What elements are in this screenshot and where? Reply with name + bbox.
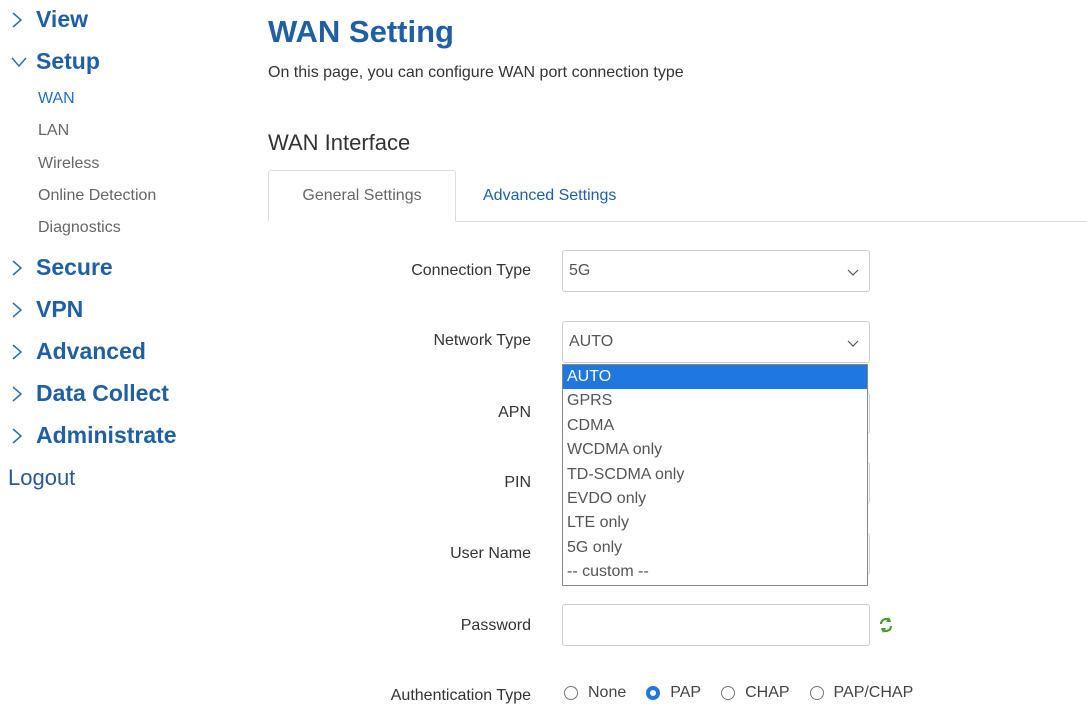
logout-link[interactable]: Logout xyxy=(8,465,75,491)
nav-item-wireless[interactable]: Wireless xyxy=(38,155,99,173)
auth-pap-chap-label: PAP/CHAP xyxy=(833,684,914,701)
dropdown-option[interactable]: 5G only xyxy=(563,536,867,560)
pin-label: PIN xyxy=(504,474,531,491)
auth-pap-chap-radio[interactable] xyxy=(809,686,824,700)
nav-setup-label: Setup xyxy=(36,48,100,74)
chevron-right-icon xyxy=(10,427,36,445)
nav-item-diagnostics[interactable]: Diagnostics xyxy=(38,219,121,237)
dropdown-option[interactable]: EVDO only xyxy=(563,487,867,511)
chevron-right-icon xyxy=(10,301,36,319)
nav-administrate[interactable]: Administrate xyxy=(10,422,177,449)
nav-view[interactable]: View xyxy=(10,6,88,33)
connection-type-label: Connection Type xyxy=(411,262,531,279)
chevron-down-icon xyxy=(10,55,36,69)
dropdown-option[interactable]: LTE only xyxy=(563,511,867,535)
auth-pap-label: PAP xyxy=(670,684,702,701)
nav-item-online-detection[interactable]: Online Detection xyxy=(38,187,156,205)
nav-vpn-label: VPN xyxy=(36,296,84,322)
dropdown-option[interactable]: GPRS xyxy=(563,389,867,413)
password-input[interactable] xyxy=(562,604,870,646)
nav-secure-label: Secure xyxy=(36,254,113,280)
dropdown-option[interactable]: CDMA xyxy=(563,414,867,438)
refresh-icon[interactable] xyxy=(878,616,894,639)
nav-administrate-label: Administrate xyxy=(36,422,177,448)
nav-item-wan[interactable]: WAN xyxy=(38,90,75,108)
connection-type-value: 5G xyxy=(569,262,591,279)
dropdown-option[interactable]: WCDMA only xyxy=(563,438,867,462)
nav-vpn[interactable]: VPN xyxy=(10,296,83,323)
nav-setup[interactable]: Setup xyxy=(10,48,100,75)
username-label: User Name xyxy=(450,545,531,562)
chevron-right-icon xyxy=(10,11,36,29)
auth-none-label: None xyxy=(588,684,627,701)
password-label: Password xyxy=(460,617,531,634)
chevron-right-icon xyxy=(10,343,36,361)
apn-label: APN xyxy=(498,404,531,421)
connection-type-select[interactable]: 5G xyxy=(562,250,870,292)
tab-general-settings[interactable]: General Settings xyxy=(268,170,456,222)
page-title: WAN Setting xyxy=(268,14,454,49)
chevron-down-icon xyxy=(847,336,859,354)
auth-chap-radio[interactable] xyxy=(721,686,736,700)
nav-item-lan[interactable]: LAN xyxy=(38,122,69,140)
auth-pap-radio[interactable] xyxy=(646,686,661,700)
section-title: WAN Interface xyxy=(268,130,411,155)
tab-advanced-settings[interactable]: Advanced Settings xyxy=(483,170,616,222)
network-type-value: AUTO xyxy=(569,333,614,350)
chevron-down-icon xyxy=(847,265,859,283)
nav-advanced-label: Advanced xyxy=(36,338,146,364)
nav-data-collect[interactable]: Data Collect xyxy=(10,380,169,407)
nav-secure[interactable]: Secure xyxy=(10,254,113,281)
nav-data-collect-label: Data Collect xyxy=(36,380,169,406)
dropdown-option[interactable]: -- custom -- xyxy=(563,560,867,584)
nav-advanced[interactable]: Advanced xyxy=(10,338,146,365)
chevron-right-icon xyxy=(10,259,36,277)
network-type-dropdown[interactable]: AUTO GPRS CDMA WCDMA only TD-SCDMA only … xyxy=(562,364,868,586)
dropdown-option[interactable]: TD-SCDMA only xyxy=(563,463,867,487)
page-description: On this page, you can configure WAN port… xyxy=(268,64,684,81)
network-type-label: Network Type xyxy=(433,332,531,349)
chevron-right-icon xyxy=(10,385,36,403)
auth-type-radio-group: None PAP CHAP PAP/CHAP xyxy=(564,684,933,702)
network-type-select[interactable]: AUTO xyxy=(562,321,870,363)
auth-type-label: Authentication Type xyxy=(390,687,531,704)
nav-view-label: View xyxy=(36,6,88,32)
dropdown-option[interactable]: AUTO xyxy=(563,365,867,390)
auth-chap-label: CHAP xyxy=(745,684,790,701)
auth-none-radio[interactable] xyxy=(564,686,578,700)
